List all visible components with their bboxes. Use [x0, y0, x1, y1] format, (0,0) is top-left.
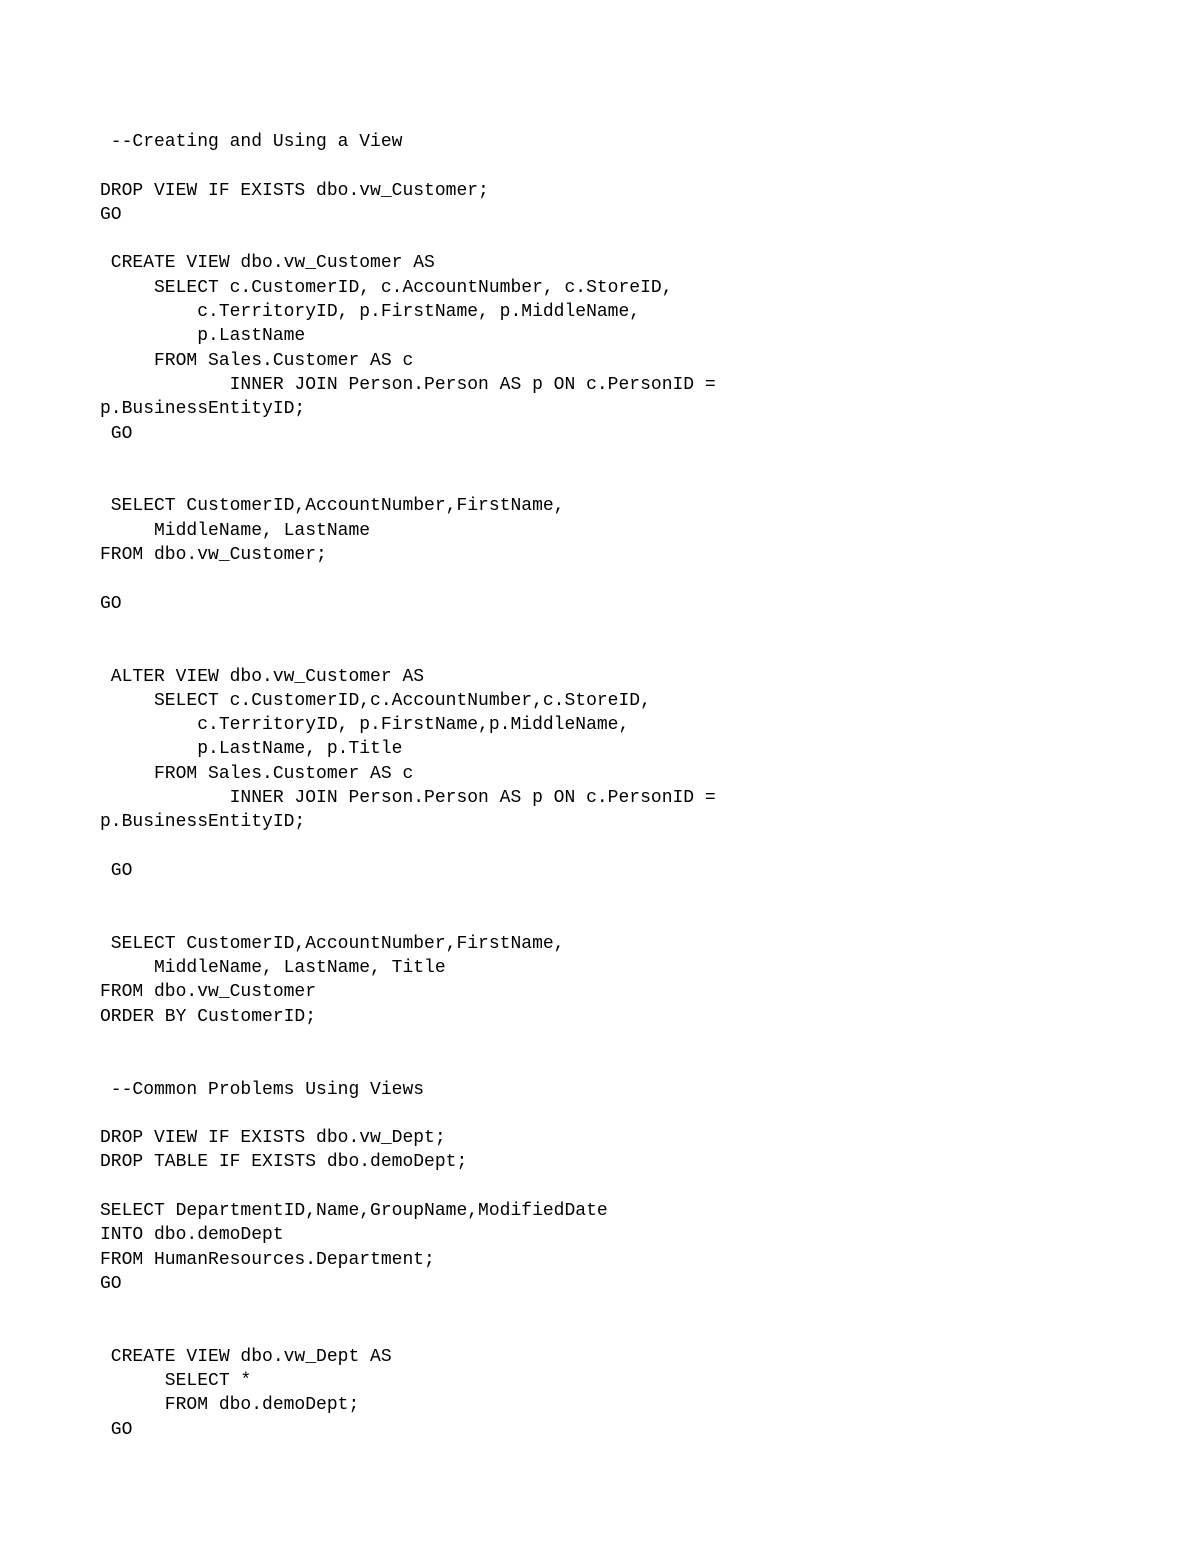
code-block: --Creating and Using a View DROP VIEW IF… [100, 132, 716, 1440]
code-document: --Creating and Using a View DROP VIEW IF… [0, 0, 1200, 1553]
